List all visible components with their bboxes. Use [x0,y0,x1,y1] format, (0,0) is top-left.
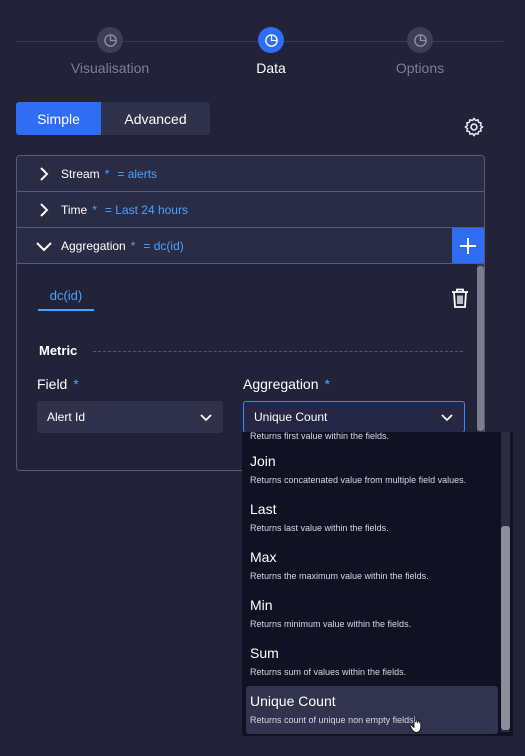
dropdown-option-last[interactable]: Last Returns last value within the field… [242,494,500,542]
gear-icon[interactable] [463,116,485,138]
option-description: Returns concatenated value from multiple… [250,475,467,485]
hand-cursor-icon [409,714,425,734]
option-description: Returns first value within the fields. [250,432,390,441]
aggregation-select-value: Unique Count [254,410,328,424]
step-label: Options [395,60,445,76]
step-data[interactable]: Data [201,27,341,76]
required-marker: * [104,166,110,181]
option-title: Last [250,501,277,517]
option-title: Sum [250,645,279,661]
field-select-value: Alert Id [47,410,86,424]
aggregation-label: Aggregation [61,238,126,253]
field-label: Field * [37,376,79,392]
aggregation-select[interactable]: Unique Count [243,401,465,433]
chart-icon [258,27,284,53]
add-aggregation-button[interactable] [452,228,484,263]
mode-toggle: Simple Advanced [16,102,210,135]
step-visualisation[interactable]: Visualisation [40,27,180,76]
option-description: Returns sum of values within the fields. [250,667,407,677]
chevron-down-icon [200,414,212,422]
stream-value: = alerts [117,166,158,181]
chevron-down-icon [36,241,52,251]
option-description: Returns last value within the fields. [250,523,389,533]
required-marker: * [324,376,330,392]
chevron-right-icon [40,202,49,217]
stream-row[interactable]: Stream * = alerts [17,156,484,192]
step-label: Data [256,60,286,76]
chevron-down-icon [441,414,453,422]
panel-scrollbar-thumb[interactable] [477,266,484,431]
time-value: = Last 24 hours [104,202,188,217]
step-label: Visualisation [70,60,150,76]
required-marker: * [130,238,136,253]
option-title: Min [250,597,273,613]
field-select[interactable]: Alert Id [37,401,223,433]
chevron-right-icon [40,166,49,181]
stream-label: Stream [61,166,100,181]
option-description: Returns minimum value within the fields. [250,619,412,629]
dropdown-option-join[interactable]: Join Returns concatenated value from mul… [242,446,500,494]
divider [93,351,463,352]
dropdown-scrollbar-thumb[interactable] [501,526,510,730]
aggregation-select-label-text: Aggregation [243,376,319,392]
option-title: Join [250,453,276,469]
dropdown-option-min[interactable]: Min Returns minimum value within the fie… [242,590,500,638]
required-marker: * [73,376,79,392]
advanced-mode-button[interactable]: Advanced [101,102,210,135]
aggregation-dropdown: Returns first value within the fields. J… [242,432,513,736]
time-row[interactable]: Time * = Last 24 hours [17,192,484,228]
option-description: Returns the maximum value within the fie… [250,571,429,581]
aggregation-row[interactable]: Aggregation * = dc(id) [17,228,484,264]
dropdown-option-sum[interactable]: Sum Returns sum of values within the fie… [242,638,500,686]
dropdown-options: Returns first value within the fields. J… [242,432,500,734]
option-title: Max [250,549,277,565]
tab-dc-id[interactable]: dc(id) [38,288,94,311]
chart-icon [407,27,433,53]
query-panel: Stream * = alerts Time * = Last 24 hours… [16,155,485,471]
required-marker: * [92,202,97,217]
option-description: Returns count of unique non empty fields… [250,715,417,725]
wizard-stepper: Visualisation Data Options [0,0,525,90]
step-options[interactable]: Options [350,27,490,76]
field-label-text: Field [37,376,68,392]
option-title: Unique Count [250,693,336,709]
aggregation-select-label: Aggregation * [243,376,330,392]
time-label: Time [61,202,88,217]
plus-icon [460,237,476,254]
metric-section-title: Metric [39,343,78,358]
dropdown-option-unique-count[interactable]: Unique Count Returns count of unique non… [246,686,498,734]
simple-mode-button[interactable]: Simple [16,102,101,135]
trash-icon[interactable] [450,287,470,309]
dropdown-option-first[interactable]: Returns first value within the fields. [242,432,500,446]
chart-icon [97,27,123,53]
dropdown-option-max[interactable]: Max Returns the maximum value within the… [242,542,500,590]
aggregation-value: = dc(id) [143,238,184,253]
